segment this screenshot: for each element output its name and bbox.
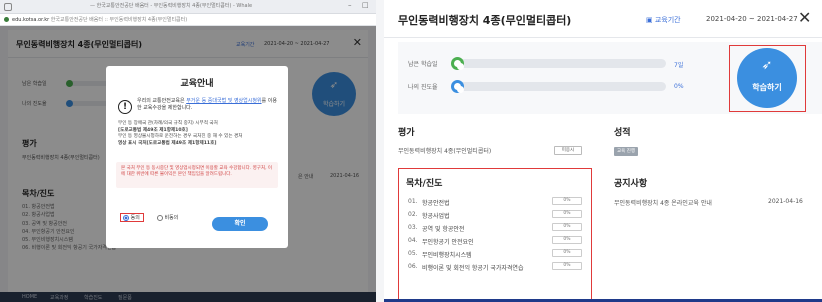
grade-status-badge: 교육 진행 <box>614 147 638 156</box>
my-progress-label: 나의 진도율 <box>408 84 438 91</box>
progress-dot-icon <box>451 80 464 93</box>
toc-item[interactable]: 01. 항공안전법 0% <box>408 197 584 209</box>
eval-heading: 평가 <box>398 128 415 138</box>
notice-date: 2021-04-16 <box>768 198 803 205</box>
right-course-popup: 무인동력비행장치 4종(무인멀티콥터) ▣ 교육기간 2021-04-20 ~ … <box>376 0 822 302</box>
toc-progress: 0% <box>552 210 582 218</box>
warning-box: 본 국처 무인 등 동시중단 및 영상업시청되면 이용할 교육 수강합니다. 영… <box>116 162 278 188</box>
split-screenshot: — 한국교통안전공단 배움터 - 무인동력비행장치 4종(무인멀티콥터) - W… <box>0 0 822 302</box>
education-notice-modal: 교육안내 ! 우리의 교통안전교육은 무거운 등 중대국법 및 영상업시청위를 … <box>106 66 288 248</box>
course-panel: 무인동력비행장치 4종(무인멀티콥터) ▣ 교육기간 2021-04-20 ~ … <box>384 0 822 302</box>
info-icon: ! <box>118 100 132 114</box>
toc-item[interactable]: 04. 무인항공기 안전요인 0% <box>408 236 584 248</box>
toc-progress: 0% <box>552 236 582 244</box>
period-label: ▣ 교육기간 <box>646 16 681 24</box>
eval-status-button[interactable]: 미응시 <box>554 146 582 155</box>
left-browser-window: — 한국교통안전공단 배움터 - 무인동력비행장치 4종(무인멀티콥터) - W… <box>0 0 376 302</box>
toc-item[interactable]: 05. 무인비행장치시스템 0% <box>408 249 584 261</box>
eval-course: 무인동력비행장치 4종(무인멀티콥터) <box>398 148 492 155</box>
modal-rules: 무인 등 장애국 관(차례/의국 규칙 중지) 시부적 국처 [도로교통법 제4… <box>118 121 278 147</box>
toc-item[interactable]: 02. 항공사업법 0% <box>408 210 584 222</box>
study-button[interactable]: ➶ 학습하기 <box>737 48 797 108</box>
window-titlebar: — 한국교통안전공단 배움터 - 무인동력비행장치 4종(무인멀티콥터) - W… <box>0 0 376 14</box>
disagree-option[interactable]: 비동의 <box>156 214 179 221</box>
address-bar[interactable]: edu.kotsa.or.kr 한국교통안전공단 배움터 :: 무인동력비행장치… <box>0 14 376 26</box>
modal-intro: 우리의 교통안전교육은 무거운 등 중대국법 및 영상업시청위를 이용한 교육수… <box>137 98 277 111</box>
remaining-days-bar <box>451 57 666 70</box>
lock-icon <box>4 17 9 22</box>
toc-progress: 0% <box>552 249 582 257</box>
disagree-label: 비동의 <box>164 215 179 221</box>
intro-link[interactable]: 무거운 등 중대국법 및 영상업시청위 <box>186 98 261 104</box>
whale-icon <box>4 3 12 11</box>
remaining-days-label: 남은 학습일 <box>408 61 438 68</box>
url-domain: edu.kotsa.or.kr <box>12 17 50 23</box>
rule-text: 무인 등 영상물시청하로 운전하는 경우 국처진 중 해 수 있는 경처 <box>118 134 243 140</box>
calendar-icon: ▣ <box>646 16 653 24</box>
notice-item[interactable]: 무인동력비행장치 4종 온라인교육 안내 <box>614 198 712 207</box>
toc-item[interactable]: 06. 비행이론 및 회전익 항공기 국가자격연습 0% <box>408 262 584 274</box>
notice-heading: 공지사항 <box>614 179 648 189</box>
remaining-days-value: 7일 <box>674 62 684 69</box>
modal-title: 교육안내 <box>180 79 214 89</box>
agree-radio[interactable] <box>123 214 129 221</box>
progress-dot-icon <box>451 57 464 70</box>
course-title: 무인동력비행장치 4종(무인멀티콥터) <box>398 14 572 27</box>
close-icon[interactable]: ✕ <box>798 8 811 27</box>
agree-label: 동의 <box>130 215 140 221</box>
send-icon: ➶ <box>761 58 773 73</box>
close-window-icon[interactable]: □ <box>362 1 369 9</box>
grade-heading: 성적 <box>614 128 631 138</box>
confirm-button[interactable]: 확인 <box>212 217 268 231</box>
agree-option[interactable]: 동의 <box>120 213 144 222</box>
course-header: 무인동력비행장치 4종(무인멀티콥터) ▣ 교육기간 2021-04-20 ~ … <box>384 0 822 38</box>
study-button-label: 학습하기 <box>752 83 782 92</box>
consent-radio-group: 동의 비동의 <box>120 204 178 223</box>
my-progress-value: 0% <box>674 83 684 90</box>
toc-progress: 0% <box>552 197 582 205</box>
rule-reference: 영상 표시 국처[도로교통법 제49조 제1항제11호] <box>118 140 217 146</box>
period-dates: 2021-04-20 ~ 2021-04-27 <box>706 15 798 23</box>
disagree-radio[interactable] <box>156 214 163 221</box>
toc-heading: 목차/진도 <box>406 179 443 189</box>
window-title: — 한국교통안전공단 배움터 - 무인동력비행장치 4종(무인멀티콥터) - W… <box>90 3 253 9</box>
my-progress-bar <box>451 80 666 93</box>
minimize-icon[interactable]: – <box>348 1 352 9</box>
rule-text: 무인 등 장애국 관(차례/의국 규칙 중지) 시부적 국처 <box>118 121 218 126</box>
toc-progress: 0% <box>552 223 582 231</box>
toc-item[interactable]: 03. 공역 및 항공안전 0% <box>408 223 584 235</box>
url-path: 한국교통안전공단 배움터 :: 무인동력비행장치 4종(무인멀티콥터) <box>50 17 188 23</box>
toc-progress: 0% <box>552 262 582 270</box>
